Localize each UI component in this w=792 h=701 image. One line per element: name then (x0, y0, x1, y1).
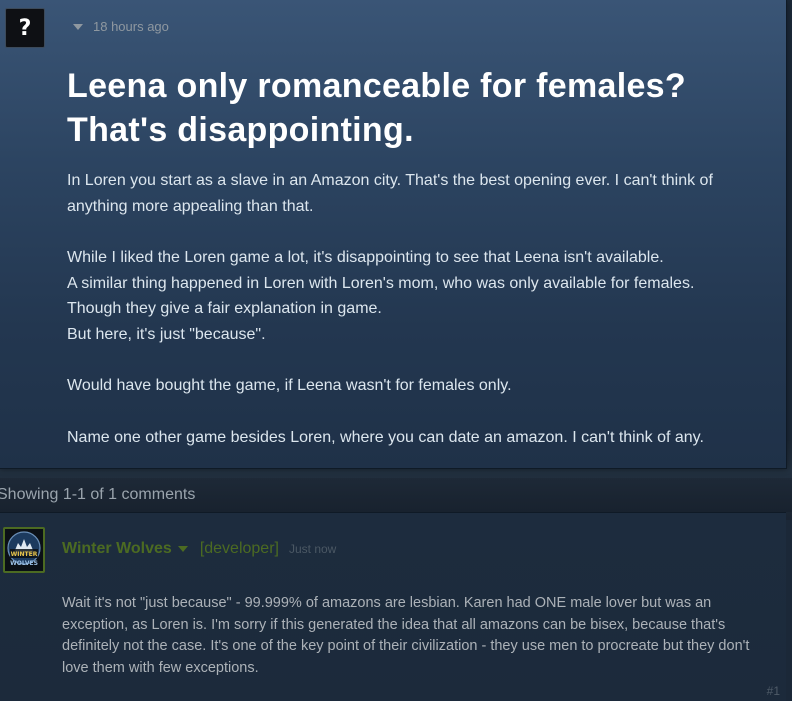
chevron-down-icon[interactable] (73, 23, 83, 30)
svg-text:WINTER: WINTER (11, 551, 38, 558)
svg-text:WOLVES: WOLVES (10, 560, 38, 567)
topic-paragraph: Would have bought the game, if Leena was… (67, 377, 512, 394)
topic-paragraph: But here, it's just "because". (67, 325, 266, 343)
comments-count: Showing 1-1 of 1 comments (0, 486, 196, 503)
topic-body: In Loren you start as a slave in an Amaz… (67, 168, 777, 450)
topic-timestamp: 18 hours ago (93, 19, 169, 34)
comment-meta: Winter Wolves [developer] Just now (62, 540, 336, 558)
topic-title: Leena only romanceable for females? That… (67, 67, 686, 149)
topic-paragraph: Though they give a fair explanation in g… (67, 300, 382, 317)
winter-wolves-logo-icon: WINTER WOLVES (5, 529, 43, 571)
original-poster-avatar[interactable]: ? (5, 8, 45, 48)
comment-timestamp: Just now (288, 542, 337, 556)
developer-badge: [developer] (199, 540, 279, 557)
topic-paragraph: Name one other game besides Loren, where… (67, 428, 704, 446)
chevron-down-icon[interactable] (177, 546, 188, 552)
comment-author-link[interactable]: Winter Wolves (62, 540, 172, 558)
comment-text: Wait it's not "just because" - 99.999% o… (62, 595, 750, 676)
topic-meta: 18 hours ago (73, 19, 169, 34)
topic-paragraph: While I liked the Loren game a lot, it's… (67, 249, 664, 266)
comment-number: #1 (766, 684, 780, 698)
topic-paragraph: In Loren you start as a slave in an Amaz… (67, 172, 713, 215)
topic-paragraph: A similar thing happened in Loren with L… (67, 274, 695, 292)
developer-avatar[interactable]: WINTER WOLVES (3, 527, 45, 573)
question-mark-icon: ? (18, 15, 32, 41)
